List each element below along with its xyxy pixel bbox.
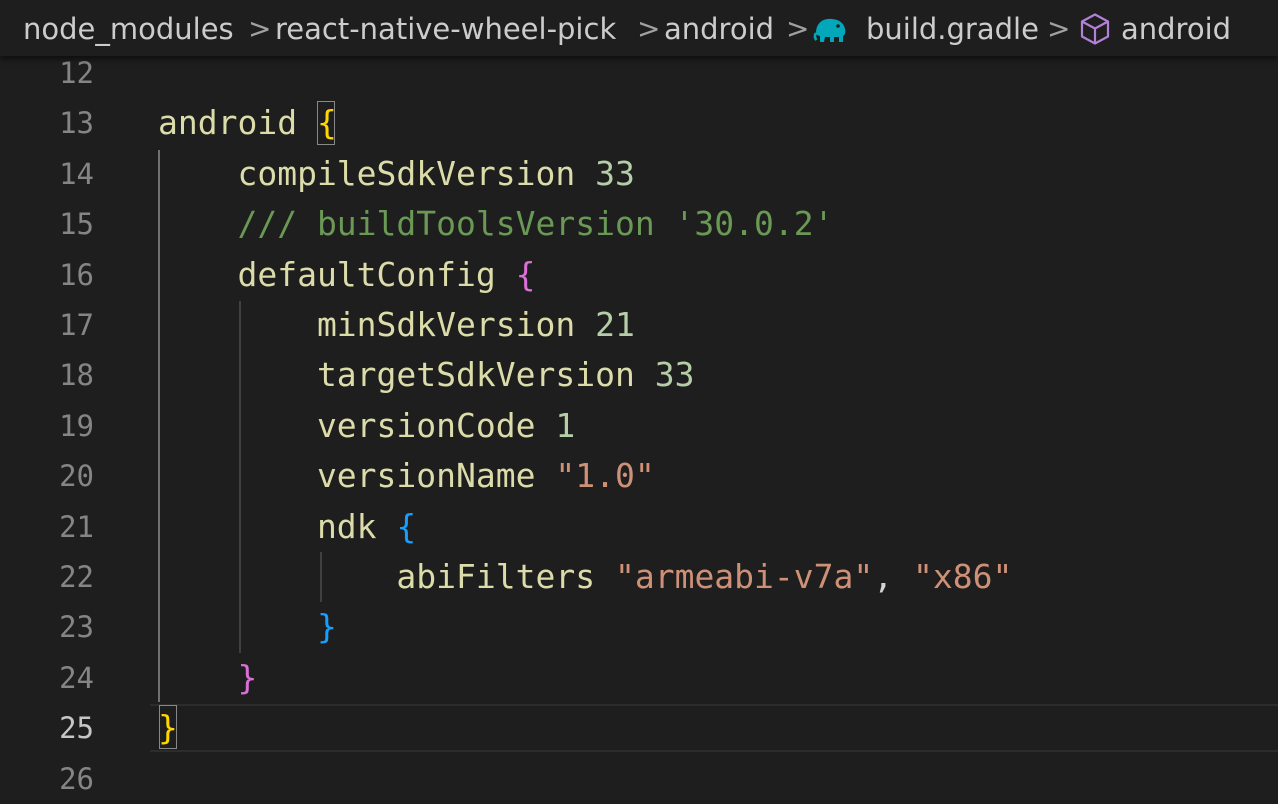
code-line[interactable]: 17 minSdkVersion 21 xyxy=(0,300,1278,350)
breadcrumb-item-package[interactable]: react-native-wheel-pick xyxy=(275,10,616,48)
code-token: { xyxy=(515,255,536,294)
line-code[interactable]: } xyxy=(158,703,178,753)
code-token: minSdkVersion xyxy=(158,305,596,344)
code-token: abiFilters xyxy=(158,557,615,596)
code-line[interactable]: 18 targetSdkVersion 33 xyxy=(0,350,1278,400)
code-token: 1 xyxy=(555,406,576,445)
line-code[interactable]: versionName "1.0" xyxy=(158,451,655,501)
line-number: 26 xyxy=(59,762,94,796)
line-code[interactable]: versionCode 1 xyxy=(158,401,575,451)
code-token: compileSdkVersion xyxy=(158,154,596,193)
code-line[interactable]: 16 defaultConfig { xyxy=(0,250,1278,300)
code-line[interactable]: 15 /// buildToolsVersion '30.0.2' xyxy=(0,199,1278,249)
line-number: 22 xyxy=(59,560,94,594)
code-token: "armeabi-v7a" xyxy=(614,557,874,596)
code-token: android xyxy=(158,103,298,142)
line-number: 19 xyxy=(59,409,94,443)
symbol-module-icon xyxy=(1078,12,1112,53)
breadcrumb-item-file[interactable]: build.gradle xyxy=(866,10,1039,48)
code-token: ndk xyxy=(158,507,397,546)
breadcrumb-item-android-folder[interactable]: android xyxy=(664,10,774,48)
line-number: 20 xyxy=(59,459,94,493)
code-token: 21 xyxy=(595,305,635,344)
line-number: 15 xyxy=(59,207,94,241)
line-code[interactable]: minSdkVersion 21 xyxy=(158,300,635,350)
line-number: 17 xyxy=(59,308,94,342)
chevron-right-icon: > xyxy=(637,12,661,45)
code-line[interactable]: 21 ndk { xyxy=(0,502,1278,552)
code-token: targetSdkVersion xyxy=(158,355,655,394)
line-number: 14 xyxy=(59,157,94,191)
code-line[interactable]: 19 versionCode 1 xyxy=(0,401,1278,451)
code-line[interactable]: 23 } xyxy=(0,602,1278,652)
code-line[interactable]: 13 android { xyxy=(0,98,1278,148)
code-line[interactable]: 24 } xyxy=(0,653,1278,703)
code-token: "1.0" xyxy=(555,456,655,495)
code-token: versionName xyxy=(158,456,556,495)
line-code[interactable]: /// buildToolsVersion '30.0.2' xyxy=(158,199,834,249)
code-token: } xyxy=(237,658,258,697)
line-number: 23 xyxy=(59,610,94,644)
code-token: 33 xyxy=(595,154,635,193)
code-token: "x86" xyxy=(913,557,1013,596)
chevron-right-icon: > xyxy=(248,12,272,45)
code-token: } xyxy=(316,607,337,646)
code-token: { xyxy=(396,507,417,546)
breadcrumb-item-node-modules[interactable]: node_modules xyxy=(23,10,234,48)
line-code[interactable]: abiFilters "armeabi-v7a", "x86" xyxy=(158,552,1012,602)
code-token: } xyxy=(158,708,178,747)
line-number: 24 xyxy=(59,661,94,695)
code-line[interactable]: 25} xyxy=(0,703,1278,753)
line-number: 16 xyxy=(59,258,94,292)
code-line[interactable]: 26 xyxy=(0,754,1278,804)
line-code[interactable]: } xyxy=(158,653,257,703)
line-code[interactable]: ndk { xyxy=(158,502,416,552)
code-editor[interactable]: 12 13 android {14 compileSdkVersion 33 15 /… xyxy=(0,0,1278,796)
code-line[interactable]: 20 versionName "1.0" xyxy=(0,451,1278,501)
code-token: 33 xyxy=(654,355,695,394)
line-code[interactable]: defaultConfig { xyxy=(158,250,536,300)
code-token: defaultConfig xyxy=(158,255,516,294)
chevron-right-icon: > xyxy=(786,12,810,45)
line-number: 21 xyxy=(59,510,94,544)
line-code[interactable]: compileSdkVersion 33 xyxy=(158,149,635,199)
line-code[interactable]: } xyxy=(158,602,337,652)
line-number: 18 xyxy=(59,358,94,392)
line-number: 13 xyxy=(59,106,94,140)
gradle-elephant-icon xyxy=(813,12,849,51)
code-line[interactable]: 22 abiFilters "armeabi-v7a", "x86" xyxy=(0,552,1278,602)
breadcrumb: node_modules > react-native-wheel-pick >… xyxy=(0,0,1278,56)
code-token: , xyxy=(873,557,913,596)
chevron-right-icon: > xyxy=(1047,12,1071,45)
line-number: 25 xyxy=(59,711,94,745)
code-token: { xyxy=(316,103,337,142)
code-token: versionCode xyxy=(158,406,556,445)
line-code[interactable]: targetSdkVersion 33 xyxy=(158,350,695,400)
line-code[interactable]: android { xyxy=(158,98,337,148)
code-token: /// buildToolsVersion '30.0.2' xyxy=(158,204,834,243)
code-line[interactable]: 14 compileSdkVersion 33 xyxy=(0,149,1278,199)
breadcrumb-item-symbol[interactable]: android xyxy=(1121,10,1231,48)
